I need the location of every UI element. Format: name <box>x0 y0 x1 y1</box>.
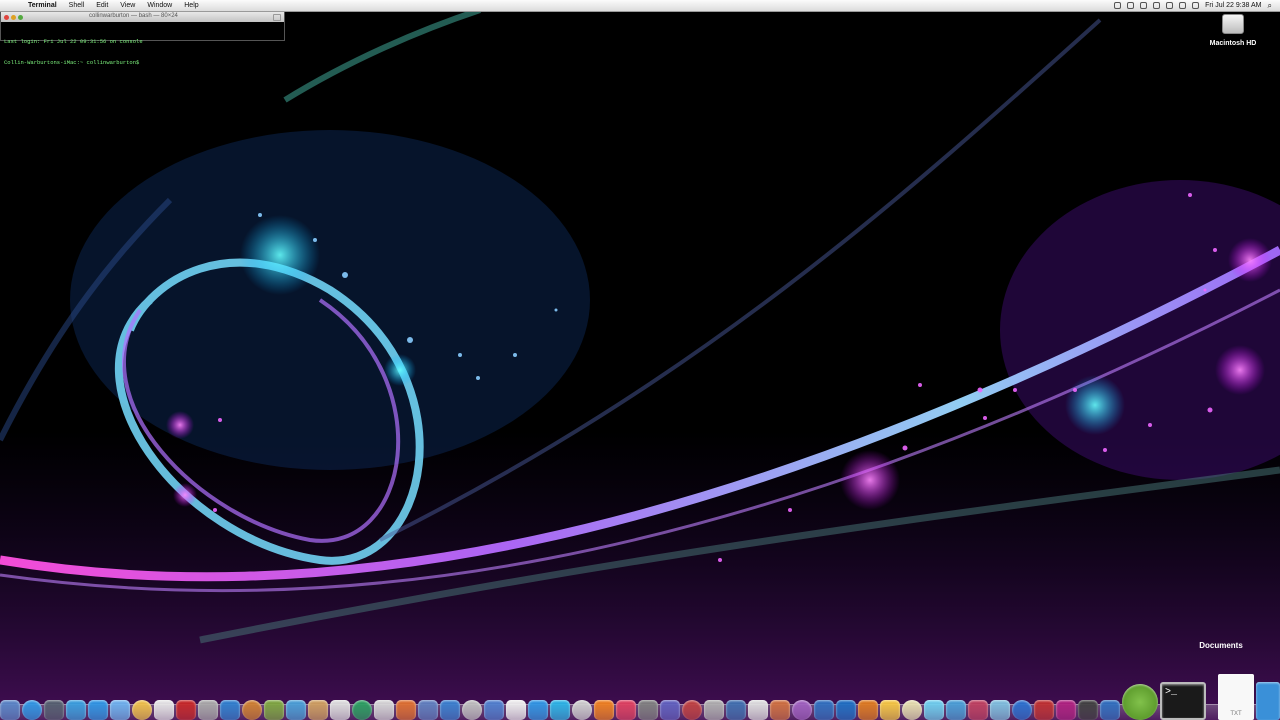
terminal-line-login: Last login: Fri Jul 22 09:31:56 on conso… <box>4 38 143 45</box>
wallpaper-background <box>0 0 1280 720</box>
eject-icon[interactable] <box>1192 2 1200 9</box>
dock-app-icon[interactable] <box>638 700 658 720</box>
dock-app-icon[interactable] <box>132 700 152 720</box>
spotlight-search-icon[interactable]: ⌕ <box>1268 1 1272 11</box>
dock-app-icon[interactable] <box>374 700 394 720</box>
macintosh-hd-label: Macintosh HD <box>1209 40 1257 47</box>
dock-app-icon[interactable] <box>814 700 834 720</box>
menu-bar: Terminal Shell Edit View Window Help Fri… <box>0 0 1280 12</box>
spotify-dock-icon[interactable] <box>1122 684 1158 720</box>
dock-app-icon[interactable] <box>462 700 482 720</box>
volume-icon[interactable] <box>1166 2 1174 9</box>
sync-icon[interactable] <box>1140 2 1148 9</box>
dock-app-icon[interactable] <box>264 700 284 720</box>
dock-app-icon[interactable] <box>44 700 64 720</box>
dock-app-icon[interactable] <box>682 700 702 720</box>
dock-app-icon[interactable] <box>924 700 944 720</box>
dock-app-icon[interactable] <box>484 700 504 720</box>
dock-app-icon[interactable] <box>968 700 988 720</box>
dock-app-icon[interactable] <box>330 700 350 720</box>
dock-app-icon[interactable] <box>110 700 130 720</box>
menu-edit[interactable]: Edit <box>90 0 114 11</box>
dock: >_ TXT <box>0 674 1280 720</box>
toolbar-toggle-button[interactable] <box>273 14 281 21</box>
dock-app-icon[interactable] <box>880 700 900 720</box>
dock-app-icon[interactable] <box>154 700 174 720</box>
dock-app-icon[interactable] <box>66 700 86 720</box>
menu-extras: Fri Jul 22 9:38 AM ⌕ <box>1114 1 1280 11</box>
menu-clock[interactable]: Fri Jul 22 9:38 AM <box>1205 2 1261 9</box>
dock-app-icon[interactable] <box>616 700 636 720</box>
dock-app-icon[interactable] <box>572 700 592 720</box>
dock-app-icon[interactable] <box>286 700 306 720</box>
desktop: Terminal Shell Edit View Window Help Fri… <box>0 0 1280 720</box>
dock-app-icon[interactable] <box>594 700 614 720</box>
dock-app-icon[interactable] <box>1100 700 1120 720</box>
dock-app-icon[interactable] <box>22 700 42 720</box>
dock-app-icon[interactable] <box>660 700 680 720</box>
dock-app-icon[interactable] <box>440 700 460 720</box>
terminal-window[interactable]: collinwarburton — bash — 80×24 Last logi… <box>0 11 285 66</box>
dock-app-icon[interactable] <box>308 700 328 720</box>
dock-app-icon[interactable] <box>198 700 218 720</box>
terminal-title: collinwarburton — bash — 80×24 <box>89 13 178 19</box>
dock-app-icon[interactable] <box>0 700 20 720</box>
hard-drive-icon <box>1222 14 1244 34</box>
dock-app-icon[interactable] <box>858 700 878 720</box>
dock-app-icon[interactable] <box>220 700 240 720</box>
menu-view[interactable]: View <box>114 0 141 11</box>
dock-app-icon[interactable] <box>990 700 1010 720</box>
dock-app-icon[interactable] <box>704 700 724 720</box>
dock-app-icon[interactable] <box>726 700 746 720</box>
menu-app-name[interactable]: Terminal <box>22 0 63 11</box>
dock-app-icon[interactable] <box>770 700 790 720</box>
dock-app-icon[interactable] <box>792 700 812 720</box>
bluetooth-icon[interactable] <box>1153 2 1161 9</box>
terminal-output[interactable]: Last login: Fri Jul 22 09:31:56 on conso… <box>1 22 284 82</box>
downloads-stack-dock-icon[interactable] <box>1256 682 1280 720</box>
minimize-window-button[interactable] <box>11 14 16 20</box>
menu-window[interactable]: Window <box>141 0 178 11</box>
macintosh-hd-desktop-icon[interactable]: Macintosh HD <box>1206 14 1260 47</box>
dock-app-icon[interactable] <box>946 700 966 720</box>
wifi-icon[interactable] <box>1179 2 1187 9</box>
dock-tooltip: Documents <box>1199 641 1243 650</box>
dock-app-icons <box>0 700 1120 720</box>
terminal-line-prompt: Collin-Warburtons-iMac:~ collinwarburton… <box>4 59 140 66</box>
dock-app-icon[interactable] <box>352 700 372 720</box>
dock-app-icon[interactable] <box>418 700 438 720</box>
dock-app-icon[interactable] <box>242 700 262 720</box>
dock-app-icon[interactable] <box>396 700 416 720</box>
menu-shell[interactable]: Shell <box>63 0 91 11</box>
dock-app-icon[interactable] <box>88 700 108 720</box>
dock-app-icon[interactable] <box>1012 700 1032 720</box>
time-machine-icon[interactable] <box>1127 2 1135 9</box>
dock-app-icon[interactable] <box>1078 700 1098 720</box>
dock-app-icon[interactable] <box>550 700 570 720</box>
terminal-dock-icon[interactable]: >_ <box>1160 682 1206 720</box>
terminal-titlebar[interactable]: collinwarburton — bash — 80×24 <box>1 12 284 22</box>
zoom-window-button[interactable] <box>18 14 23 20</box>
documents-stack-dock-icon[interactable]: TXT <box>1218 674 1254 720</box>
dock-app-icon[interactable] <box>902 700 922 720</box>
dock-app-icon[interactable] <box>176 700 196 720</box>
dock-app-icon[interactable] <box>1034 700 1054 720</box>
status-menu-icon[interactable] <box>1114 2 1122 9</box>
dock-app-icon[interactable] <box>528 700 548 720</box>
dock-app-icon[interactable] <box>836 700 856 720</box>
dock-app-icon[interactable] <box>1056 700 1076 720</box>
dock-app-icon[interactable] <box>506 700 526 720</box>
close-window-button[interactable] <box>4 14 9 20</box>
dock-app-icon[interactable] <box>748 700 768 720</box>
menu-help[interactable]: Help <box>178 0 204 11</box>
window-controls <box>1 14 23 20</box>
